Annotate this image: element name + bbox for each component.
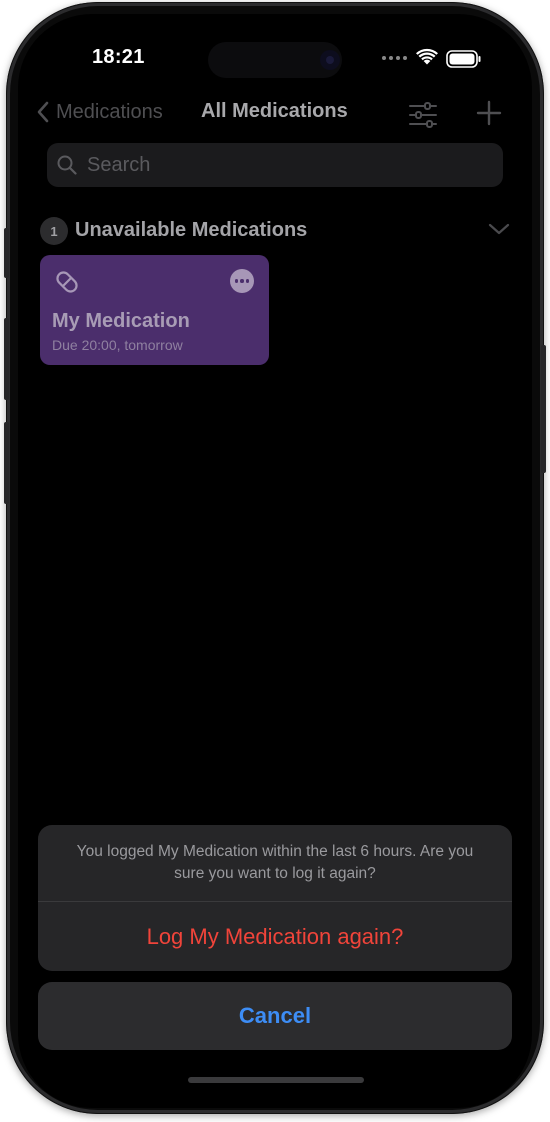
back-label: Medications	[56, 100, 163, 123]
section-title: Unavailable Medications	[75, 219, 308, 241]
status-time: 18:21	[92, 46, 145, 68]
home-indicator[interactable]	[188, 1077, 364, 1083]
medication-card[interactable]: My Medication Due 20:00, tomorrow	[40, 255, 269, 365]
search-bar[interactable]: Search	[47, 143, 503, 187]
chevron-down-icon[interactable]	[488, 222, 510, 236]
medication-due: Due 20:00, tomorrow	[52, 337, 183, 353]
section-count-badge: 1	[40, 217, 68, 245]
page-title: All Medications	[201, 100, 348, 122]
log-again-button[interactable]: Log My Medication again?	[38, 902, 512, 971]
chevron-left-icon	[37, 101, 49, 123]
ellipsis-circle-icon[interactable]	[230, 269, 254, 293]
power-button	[541, 345, 546, 473]
action-sheet-message: You logged My Medication within the last…	[76, 843, 474, 882]
cellular-icon	[382, 56, 407, 60]
screen: 18:21 Medications All Medications Search…	[18, 14, 532, 1108]
battery-icon	[446, 50, 481, 68]
plus-icon[interactable]	[476, 100, 502, 126]
volume-down-button	[4, 422, 9, 504]
medication-name: My Medication	[52, 310, 190, 332]
wifi-icon	[416, 48, 438, 65]
action-sheet: You logged My Medication within the last…	[38, 825, 512, 971]
search-icon	[57, 155, 77, 175]
action-button	[4, 228, 9, 278]
camera-icon	[320, 50, 340, 70]
pill-icon	[56, 271, 78, 293]
cancel-button[interactable]: Cancel	[38, 982, 512, 1050]
sliders-icon[interactable]	[408, 102, 438, 128]
back-button[interactable]: Medications	[36, 100, 163, 124]
search-input[interactable]: Search	[87, 154, 150, 177]
volume-up-button	[4, 318, 9, 400]
